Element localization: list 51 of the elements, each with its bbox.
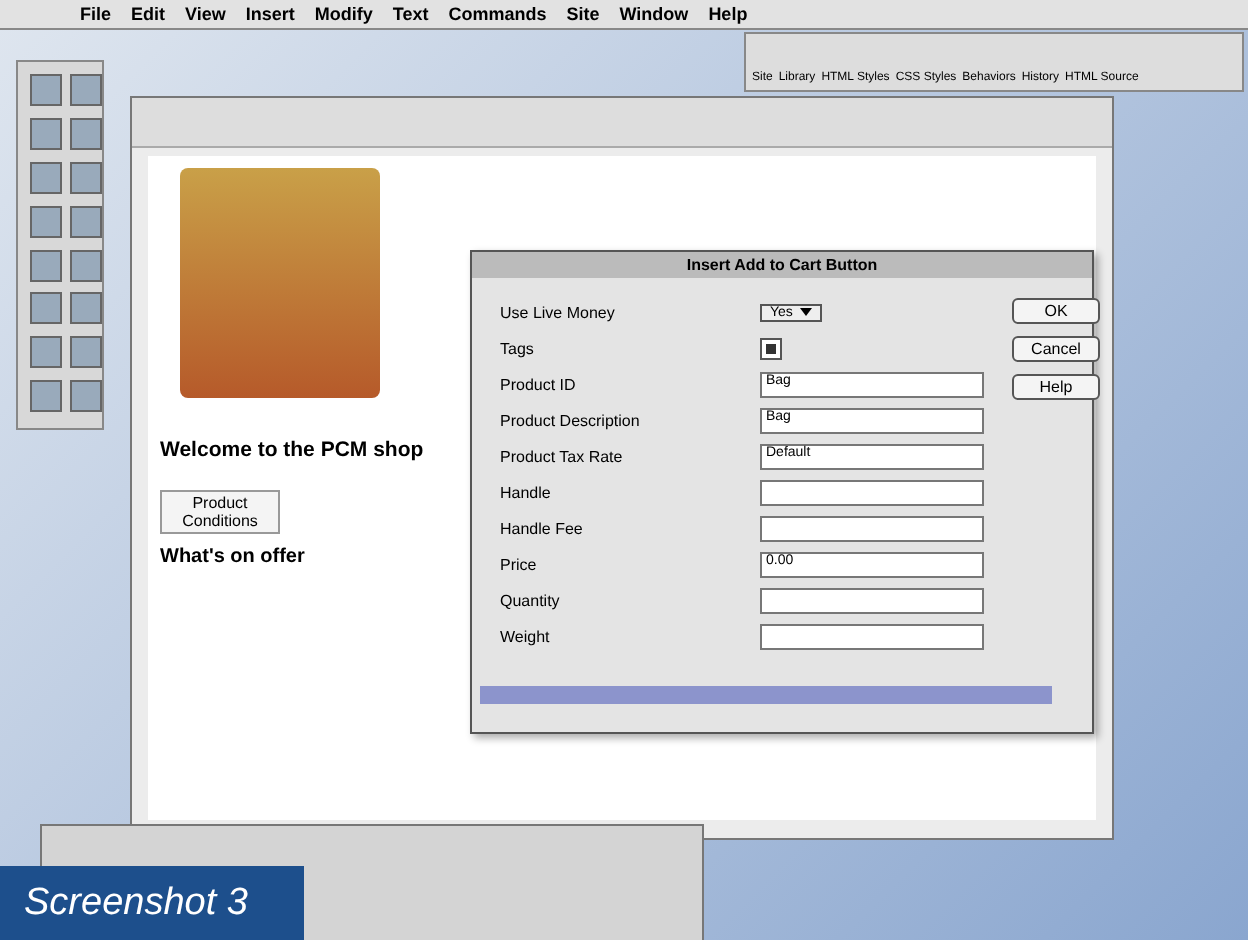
menu-item[interactable]: Site	[566, 4, 600, 24]
input-field[interactable]	[760, 515, 984, 541]
dialog-title: Insert Add to Cart Button	[472, 252, 1092, 278]
menu-item[interactable]: Window	[619, 4, 689, 24]
tool-icon[interactable]	[30, 380, 62, 413]
tool-icon[interactable]	[70, 380, 102, 413]
tool-icon[interactable]	[70, 117, 102, 150]
menu-item[interactable]: Text	[392, 4, 429, 24]
tool-icon[interactable]	[30, 336, 62, 369]
input-field[interactable]	[760, 587, 984, 613]
field-label: Handle	[500, 483, 553, 501]
tool-icon[interactable]	[30, 74, 62, 106]
tool-icon[interactable]	[70, 74, 102, 106]
menu-item[interactable]: View	[185, 4, 226, 24]
checkbox[interactable]	[760, 337, 782, 359]
field-label: Price	[500, 555, 539, 573]
dialog-button[interactable]: OK	[1012, 298, 1100, 324]
field-label: Handle Fee	[500, 519, 585, 537]
conditions-button[interactable]: Product Conditions	[160, 490, 280, 534]
input-field[interactable]	[760, 479, 984, 505]
tool-icon[interactable]	[70, 161, 102, 194]
menu-item[interactable]: File	[80, 4, 112, 24]
tool-icon[interactable]	[30, 292, 62, 325]
page-heading: Welcome to the PCM shop	[160, 438, 424, 462]
field-label: Product Tax Rate	[500, 447, 625, 465]
scroll-bar[interactable]	[480, 686, 1052, 704]
tool-icon[interactable]	[30, 117, 62, 150]
caption-label: Screenshot 3	[0, 866, 304, 940]
field-label: Product Description	[500, 411, 642, 429]
menu-item[interactable]: Modify	[314, 4, 373, 24]
field-label: Weight	[500, 627, 552, 645]
field-label: Product ID	[500, 375, 578, 393]
tool-icon[interactable]	[70, 205, 102, 238]
field-label: Tags	[500, 339, 536, 357]
menu-item[interactable]: Edit	[131, 4, 166, 24]
section-heading: What's on offer	[160, 546, 305, 568]
dialog-button[interactable]: Cancel	[1012, 336, 1100, 362]
dropdown-arrow-icon	[800, 307, 813, 316]
tool-icon[interactable]	[70, 249, 102, 281]
tool-icon[interactable]	[70, 292, 102, 325]
tool-icon[interactable]	[30, 161, 62, 194]
field-label: Use Live Money	[500, 303, 617, 321]
tool-icon[interactable]	[30, 205, 62, 238]
field-label: Quantity	[500, 591, 562, 609]
tool-icon[interactable]	[30, 249, 62, 281]
dialog-button[interactable]: Help	[1012, 374, 1100, 400]
menu-item[interactable]: Commands	[448, 4, 547, 24]
menu-item[interactable]: Insert	[245, 4, 295, 24]
menu-item[interactable]: Help	[708, 4, 748, 24]
input-field[interactable]	[760, 623, 984, 649]
tool-icon[interactable]	[70, 336, 102, 369]
